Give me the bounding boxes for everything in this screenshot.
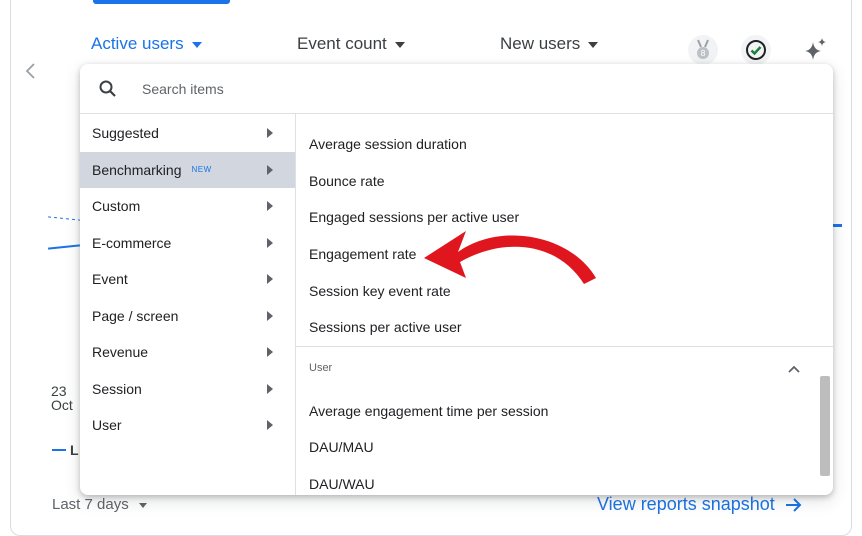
search-icon <box>99 80 116 97</box>
caret-right-icon <box>267 237 273 248</box>
category-label: Benchmarking <box>92 161 182 178</box>
view-reports-snapshot-link[interactable]: View reports snapshot <box>597 494 803 515</box>
legend-item: L <box>52 442 79 458</box>
svg-text:8: 8 <box>700 49 705 58</box>
metric-item[interactable]: DAU/WAU <box>309 476 375 492</box>
section-divider <box>296 346 833 347</box>
category-label: E-commerce <box>92 234 172 251</box>
caret-right-icon <box>267 310 273 321</box>
category-label: Session <box>92 380 142 397</box>
category-revenue[interactable]: Revenue <box>80 334 295 371</box>
metric-item[interactable]: Average session duration <box>309 136 467 152</box>
chevron-left-icon[interactable] <box>24 60 36 86</box>
metric-item-engagement-rate[interactable]: Engagement rate <box>309 246 416 262</box>
search-row <box>80 64 833 114</box>
snapshot-link-label: View reports snapshot <box>597 494 775 514</box>
metric-picker-dropdown: Suggested Benchmarking NEW Custom E-comm… <box>80 64 833 495</box>
new-badge: NEW <box>191 165 212 175</box>
caret-right-icon <box>267 201 273 212</box>
category-label: Event <box>92 271 128 288</box>
scrollbar-thumb[interactable] <box>820 376 830 476</box>
caret-right-icon <box>267 274 273 285</box>
category-suggested[interactable]: Suggested <box>80 115 295 152</box>
category-label: Revenue <box>92 344 149 361</box>
category-label: Suggested <box>92 125 159 142</box>
tab-new-users-label: New users <box>500 34 581 53</box>
medal-badge-icon[interactable]: 8 <box>688 35 718 65</box>
legend-label: L <box>70 442 79 458</box>
check-circle-icon[interactable] <box>741 35 771 65</box>
category-event[interactable]: Event <box>80 261 295 298</box>
axis-date-month: Oct <box>51 397 73 413</box>
category-ecommerce[interactable]: E-commerce <box>80 225 295 262</box>
date-range-selector[interactable]: Last 7 days <box>52 496 147 513</box>
caret-right-icon <box>267 128 273 139</box>
search-input[interactable] <box>142 80 442 97</box>
legend-swatch <box>52 449 66 451</box>
category-page-screen[interactable]: Page / screen <box>80 298 295 335</box>
caret-down-icon <box>138 503 147 508</box>
category-label: User <box>92 417 122 434</box>
metric-item[interactable]: Engaged sessions per active user <box>309 209 519 225</box>
metric-item[interactable]: Session key event rate <box>309 283 451 299</box>
category-label: Custom <box>92 198 141 215</box>
date-range-label: Last 7 days <box>52 496 129 513</box>
chevron-up-icon[interactable] <box>787 362 801 376</box>
caret-down-icon <box>191 42 202 48</box>
axis-date-day: 23 <box>51 383 67 399</box>
caret-right-icon <box>267 420 273 431</box>
tab-active-users[interactable]: Active users <box>91 34 202 54</box>
axis-date: 23 Oct <box>51 384 73 412</box>
tab-event-count[interactable]: Event count <box>297 34 405 54</box>
caret-right-icon <box>267 164 273 175</box>
caret-right-icon <box>267 383 273 394</box>
category-custom[interactable]: Custom <box>80 188 295 225</box>
tab-new-users[interactable]: New users <box>500 34 599 54</box>
arrow-right-icon <box>785 497 802 512</box>
category-user[interactable]: User <box>80 407 295 444</box>
caret-down-icon <box>588 42 599 48</box>
tab-active-users-label: Active users <box>91 34 184 53</box>
metric-item[interactable]: Bounce rate <box>309 173 385 189</box>
category-label: Page / screen <box>92 307 179 324</box>
metric-item[interactable]: Average engagement time per session <box>309 403 548 419</box>
metric-list: Average session duration Bounce rate Eng… <box>296 114 833 495</box>
section-header-user: User <box>309 362 333 374</box>
active-button-edge[interactable] <box>93 0 230 4</box>
tab-event-count-label: Event count <box>297 34 387 53</box>
metric-item[interactable]: Sessions per active user <box>309 319 462 335</box>
caret-down-icon <box>394 42 405 48</box>
metric-item[interactable]: DAU/MAU <box>309 439 374 455</box>
category-benchmarking[interactable]: Benchmarking NEW <box>80 151 295 188</box>
sparkle-icon[interactable] <box>800 35 830 65</box>
caret-right-icon <box>267 347 273 358</box>
category-list: Suggested Benchmarking NEW Custom E-comm… <box>80 114 296 495</box>
chart-edge-line <box>833 224 842 227</box>
category-session[interactable]: Session <box>80 371 295 408</box>
